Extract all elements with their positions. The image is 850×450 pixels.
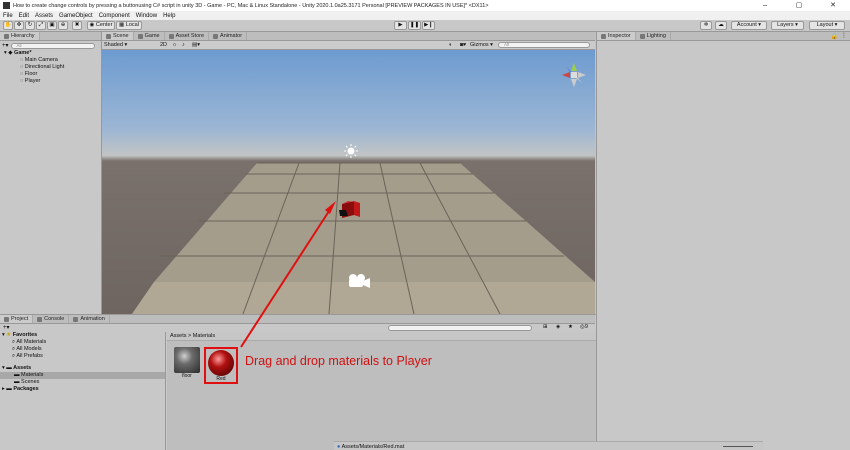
annotation-overlay: [240, 201, 336, 348]
annotation-arrow-icon: [325, 201, 336, 214]
annotation-text: Drag and drop materials to Player: [245, 354, 432, 368]
